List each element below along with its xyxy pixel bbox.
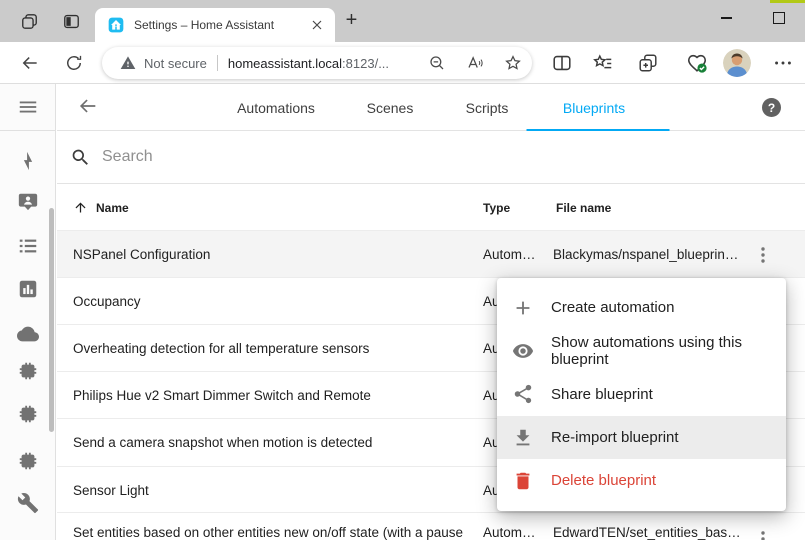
url-text[interactable]: homeassistant.local:8123/... (228, 56, 408, 71)
row-overflow-menu-icon[interactable] (751, 527, 775, 540)
row-type: Autom… (483, 231, 536, 278)
row-name: NSPanel Configuration (73, 231, 210, 278)
menu-item-show-automations[interactable]: Show automations using this blueprint (497, 329, 786, 372)
address-separator (217, 55, 218, 71)
sidebar-chip-icon-2[interactable] (17, 403, 39, 425)
search-row (57, 131, 805, 184)
url-rest: :8123/... (342, 56, 389, 71)
menu-item-create-automation[interactable]: Create automation (497, 286, 786, 329)
sidebar-logbook-icon[interactable] (17, 235, 39, 257)
url-host: homeassistant.local (228, 56, 342, 71)
window-maximize-button[interactable] (759, 0, 799, 36)
row-overflow-menu-icon[interactable] (751, 243, 775, 267)
app-header: Automations Scenes Scripts Blueprints ? (57, 84, 805, 131)
sidebar-chip-icon-3[interactable] (17, 450, 39, 472)
browser-refresh-icon[interactable] (64, 53, 84, 73)
menu-item-reimport-blueprint[interactable]: Re-import blueprint (497, 416, 786, 459)
sidebar-voice-assistant-icon[interactable] (17, 191, 39, 213)
table-row-nspanel[interactable]: NSPanel Configuration Autom… Blackymas/n… (57, 231, 805, 278)
column-label-name: Name (96, 201, 129, 215)
tab-actions-icon[interactable] (62, 12, 81, 31)
sidebar-developer-tools-icon[interactable] (17, 492, 39, 514)
trash-icon (512, 470, 534, 492)
sort-ascending-icon (73, 200, 88, 215)
window-minimize-button[interactable] (706, 0, 746, 36)
help-button[interactable]: ? (762, 98, 781, 117)
read-aloud-icon[interactable] (466, 54, 484, 72)
collections-icon[interactable] (637, 52, 659, 74)
sidebar-menu-icon[interactable] (17, 96, 39, 118)
menu-item-label: Delete blueprint (551, 472, 656, 489)
row-name: Philips Hue v2 Smart Dimmer Switch and R… (73, 372, 371, 419)
table-header: Name Type File name (57, 184, 805, 231)
menu-item-label: Share blueprint (551, 386, 653, 403)
browser-toolbar: Not secure homeassistant.local:8123/... (0, 42, 805, 84)
split-screen-icon[interactable] (551, 52, 573, 74)
sidebar-energy-icon[interactable] (17, 150, 39, 172)
plus-icon (512, 297, 534, 319)
tab-automations[interactable]: Automations (237, 84, 315, 131)
tab-scenes[interactable]: Scenes (367, 84, 414, 131)
home-assistant-favicon (108, 17, 124, 33)
not-secure-warning-icon (120, 55, 136, 71)
sidebar-history-icon[interactable] (17, 278, 39, 300)
zoom-out-icon[interactable] (428, 54, 446, 72)
share-icon (512, 383, 534, 405)
tab-blueprints[interactable]: Blueprints (563, 84, 625, 131)
menu-item-label: Show automations using this blueprint (551, 334, 786, 368)
row-name: Send a camera snapshot when motion is de… (73, 419, 372, 466)
tab-title: Settings – Home Assistant (134, 18, 309, 32)
browser-essentials-icon[interactable] (686, 52, 708, 74)
screen-edge-strip (770, 0, 805, 3)
tab-scripts[interactable]: Scripts (466, 84, 509, 131)
browser-settings-more-icon[interactable] (772, 52, 794, 74)
search-input[interactable] (102, 148, 702, 166)
browser-tab[interactable]: Settings – Home Assistant (95, 8, 335, 42)
menu-item-label: Re-import blueprint (551, 429, 679, 446)
import-download-icon (512, 427, 534, 449)
row-name: Set entities based on other entities new… (73, 513, 463, 540)
profile-avatar[interactable] (723, 49, 751, 77)
table-row-set-entities[interactable]: Set entities based on other entities new… (57, 513, 805, 540)
row-type: Autom… (483, 513, 536, 540)
row-file: EdwardTEN/set_entities_bas… (553, 513, 741, 540)
row-name: Sensor Light (73, 467, 149, 514)
security-status-label[interactable]: Not secure (144, 56, 207, 71)
menu-item-share-blueprint[interactable]: Share blueprint (497, 373, 786, 416)
browser-back-icon[interactable] (20, 53, 40, 73)
workspaces-icon[interactable] (20, 12, 39, 31)
eye-icon (512, 340, 534, 362)
sidebar-divider (0, 130, 55, 131)
menu-item-label: Create automation (551, 299, 674, 316)
sidebar-chip-icon[interactable] (17, 360, 39, 382)
row-file: Blackymas/nspanel_blueprin… (553, 231, 738, 278)
favorites-icon[interactable] (592, 52, 614, 74)
tab-close-icon[interactable] (309, 17, 325, 33)
sidebar-cloud-icon[interactable] (17, 323, 39, 345)
column-header-name[interactable]: Name (73, 184, 129, 231)
column-header-type[interactable]: Type (483, 184, 510, 231)
row-name: Overheating detection for all temperatur… (73, 325, 369, 372)
page-back-icon[interactable] (77, 95, 99, 117)
search-icon (70, 147, 91, 168)
browser-window: Settings – Home Assistant + Not secure h… (0, 0, 805, 540)
row-name: Occupancy (73, 278, 141, 325)
address-bar[interactable]: Not secure homeassistant.local:8123/... (102, 47, 532, 79)
favorite-star-icon[interactable] (504, 54, 522, 72)
ha-sidebar (0, 84, 56, 540)
new-tab-button[interactable]: + (343, 13, 360, 30)
blueprint-context-menu: Create automation Show automations using… (497, 278, 786, 511)
sidebar-scrollbar[interactable] (49, 208, 54, 432)
menu-item-delete-blueprint[interactable]: Delete blueprint (497, 459, 786, 502)
browser-tab-strip: Settings – Home Assistant + (0, 0, 805, 42)
column-header-file[interactable]: File name (556, 184, 611, 231)
